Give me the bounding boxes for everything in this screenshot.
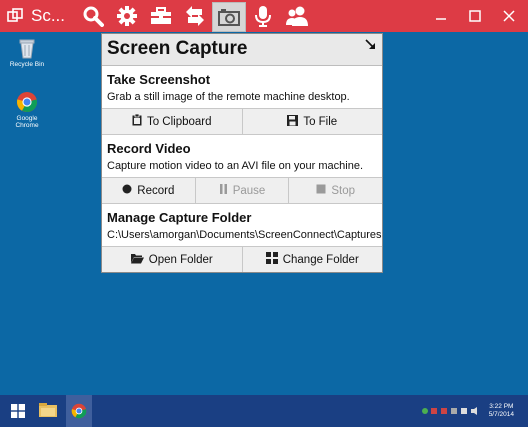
grid-icon [265,252,278,267]
folder-section-title: Manage Capture Folder [107,210,252,225]
screenshot-section-title: Take Screenshot [107,72,211,87]
users-icon[interactable] [280,0,314,32]
folder-open-icon [130,253,144,267]
stop-label: Stop [331,184,356,197]
desktop-icon-google-chrome[interactable]: Google Chrome [7,91,47,129]
file-explorer-icon[interactable] [38,400,58,425]
screenshot-button-row: To Clipboard To File [102,108,382,135]
clipboard-icon [132,113,142,129]
open-folder-label: Open Folder [148,253,213,266]
to-file-button[interactable]: To File [243,109,383,134]
toolbar [76,0,314,32]
taskbar-chrome-icon[interactable] [66,395,92,427]
system-tray: 3:22 PM 5/7/2014 [421,395,528,427]
change-folder-label: Change Folder [282,253,359,266]
camera-icon[interactable] [212,2,246,32]
change-folder-button[interactable]: Change Folder [243,247,383,272]
microphone-icon[interactable] [246,0,280,32]
pause-label: Pause [232,184,266,197]
stop-button[interactable]: Stop [289,178,382,203]
desktop-icon-label: Recycle Bin [9,61,45,68]
window-titlebar: Sc... [0,0,528,32]
gear-icon[interactable] [110,0,144,32]
folder-button-row: Open Folder Change Folder [102,246,382,272]
pause-icon [219,184,228,197]
recycle-bin-icon [16,37,38,59]
to-clipboard-label: To Clipboard [146,115,212,128]
screenshot-section-description: Grab a still image of the remote machine… [107,91,350,103]
window-title: Sc... [31,6,66,25]
to-file-label: To File [303,115,338,128]
to-clipboard-button[interactable]: To Clipboard [102,109,243,134]
open-folder-button[interactable]: Open Folder [102,247,243,272]
close-button[interactable] [492,0,526,32]
chrome-icon [16,91,38,113]
taskbar-clock[interactable]: 3:22 PM 5/7/2014 [489,403,514,419]
record-dot-icon [122,184,132,197]
video-section-title: Record Video [107,141,191,156]
search-icon[interactable] [76,0,110,32]
toolbox-icon[interactable] [144,0,178,32]
taskbar: 3:22 PM 5/7/2014 [0,395,528,427]
panel-title: Screen Capture [107,38,248,59]
clock-time: 3:22 PM [489,403,514,410]
minimize-button[interactable] [424,0,458,32]
app-icon [7,8,23,24]
desktop-icon-recycle-bin[interactable]: Recycle Bin [7,37,47,68]
desktop-icon-label: Google Chrome [15,115,39,129]
floppy-disk-icon [287,114,299,129]
record-button[interactable]: Record [102,178,196,203]
collapse-arrow-icon[interactable] [365,39,376,53]
stop-icon [316,184,326,197]
video-button-row: Record Pause Stop [102,177,382,204]
clock-date: 5/7/2014 [488,411,514,418]
swap-icon[interactable] [178,0,212,32]
video-section-description: Capture motion video to an AVI file on y… [107,160,363,172]
windows-start-icon[interactable] [11,404,25,423]
capture-folder-path: C:\Users\amorgan\Documents\ScreenConnect… [107,229,382,241]
record-label: Record [137,184,175,197]
screen-capture-panel: Screen Capture Take Screenshot Grab a st… [101,33,383,273]
panel-header: Screen Capture [102,34,382,66]
maximize-button[interactable] [458,0,492,32]
tray-icons[interactable] [421,406,481,416]
pause-button[interactable]: Pause [196,178,290,203]
